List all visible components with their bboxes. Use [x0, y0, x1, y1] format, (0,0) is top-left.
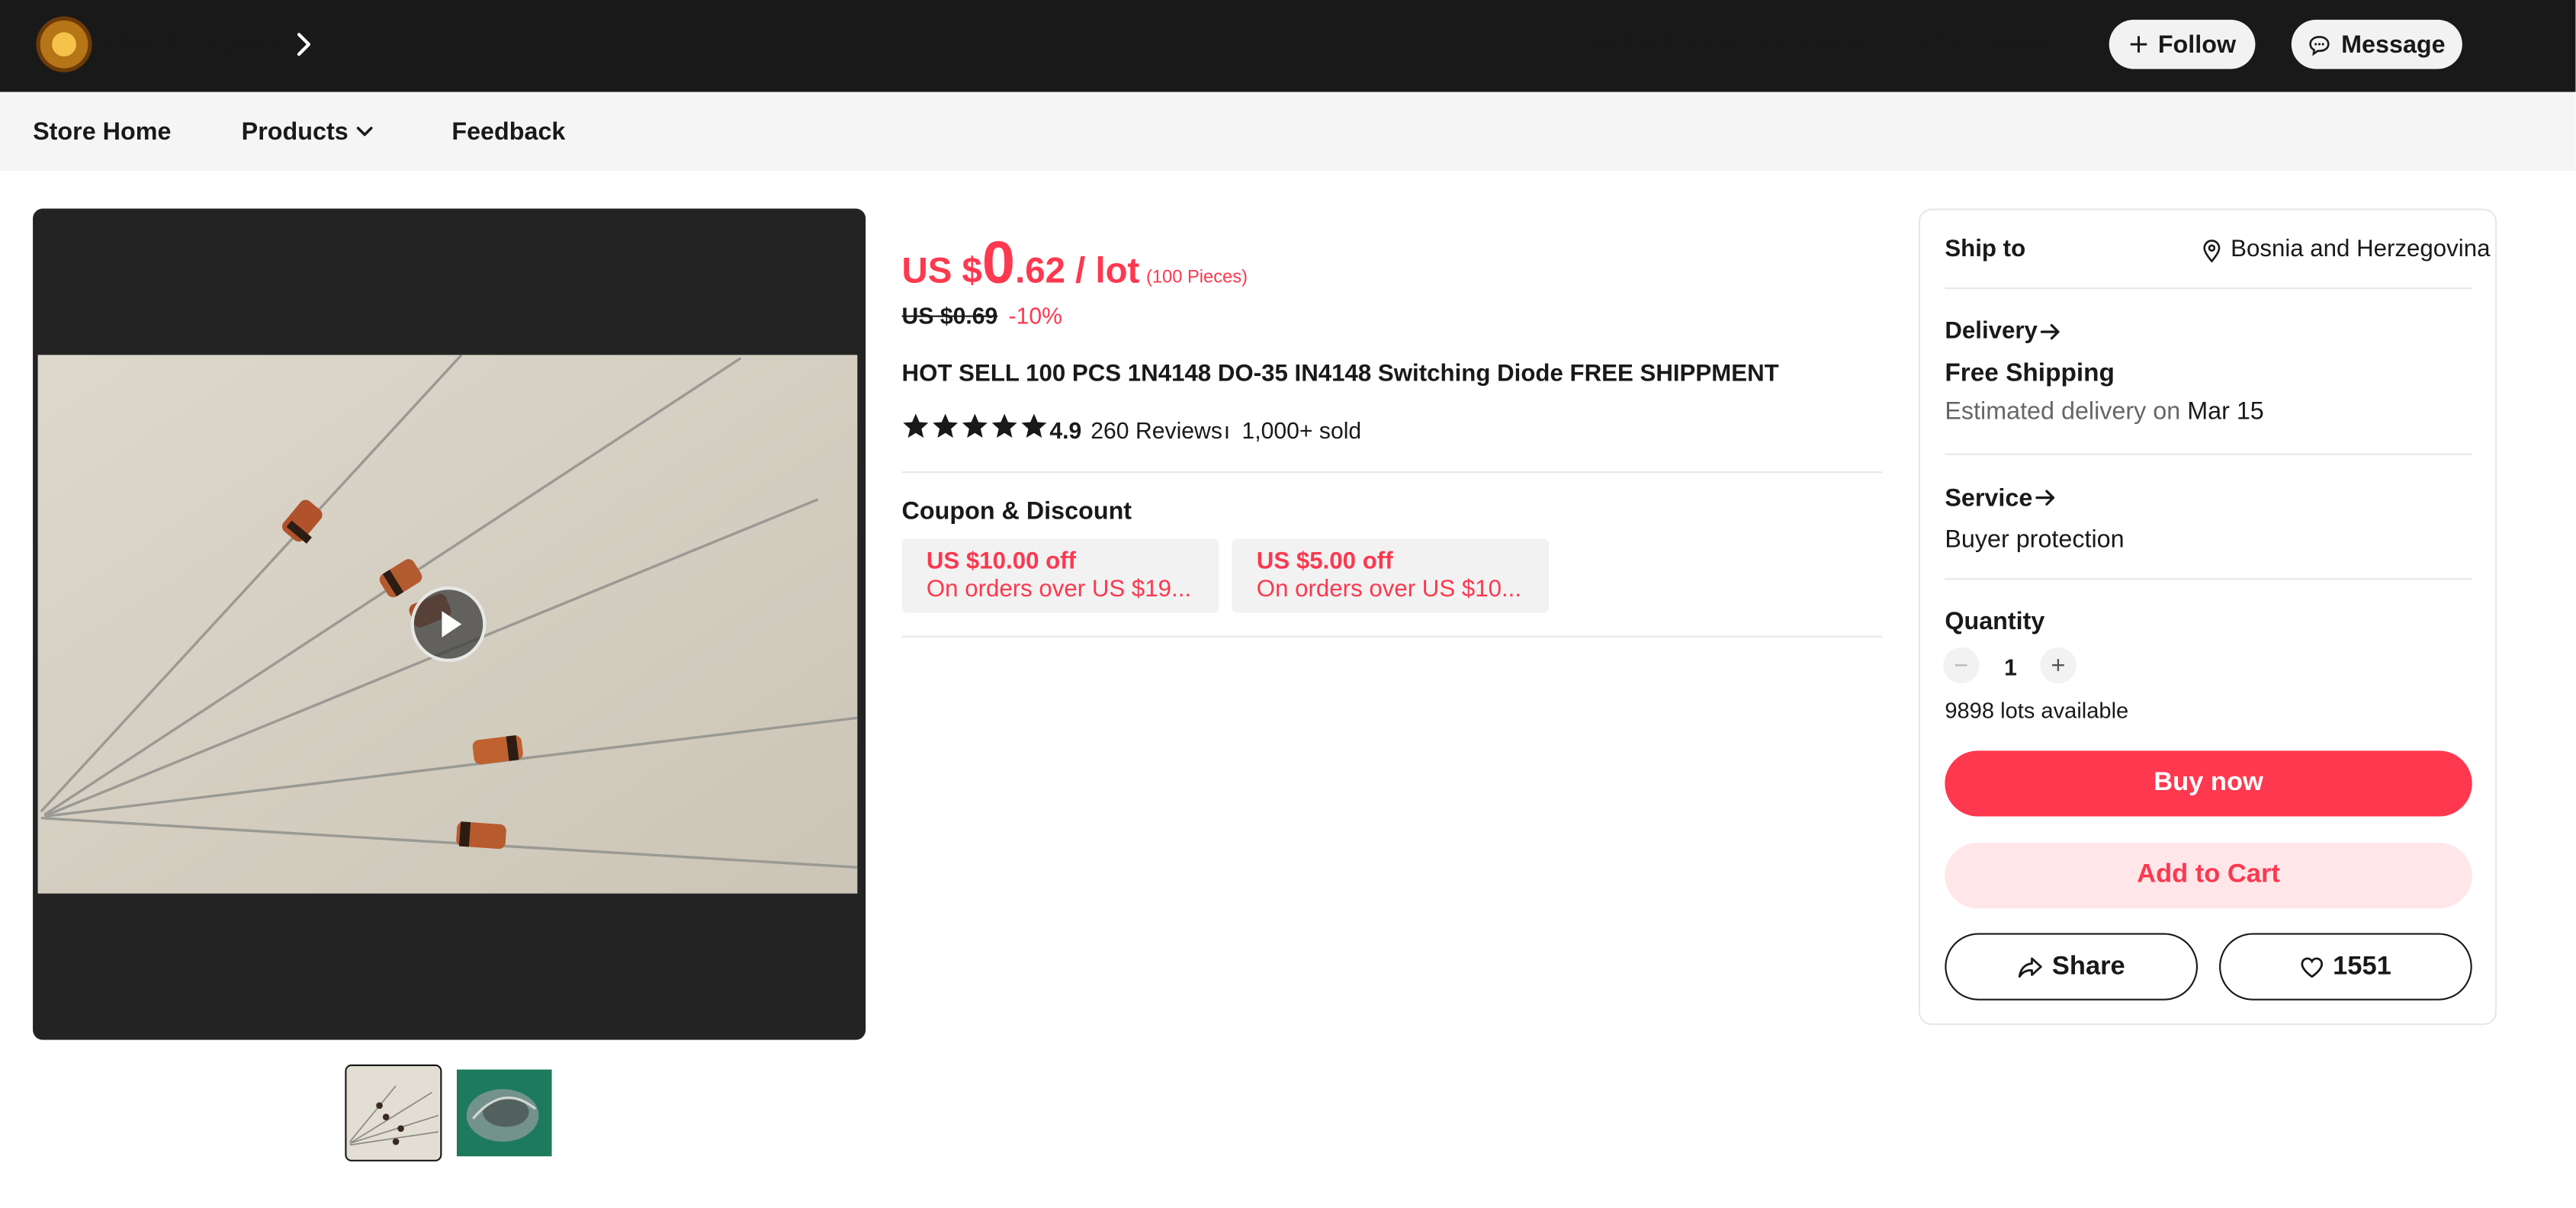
share-icon — [2019, 956, 2043, 977]
discount-percent: -10% — [1008, 302, 1062, 329]
star-icon — [962, 413, 988, 438]
arrow-right-icon[interactable] — [2034, 487, 2057, 509]
wishlist-count: 1551 — [2333, 952, 2391, 980]
follow-label: Follow — [2157, 30, 2237, 59]
reviews-link[interactable]: 260 Reviews — [1090, 417, 1222, 443]
ship-to-label: Ship to — [1945, 236, 2026, 263]
nav-store-home[interactable]: Store Home — [33, 118, 171, 146]
followers-value: 6229 — [1912, 29, 1967, 58]
price-decimal: .62 / lot — [1015, 249, 1140, 291]
star-icon — [933, 413, 959, 438]
message-label: Message — [2341, 30, 2446, 59]
feedback-value: 98.1% — [1588, 29, 1659, 58]
heart-icon — [2301, 956, 2324, 978]
product-title: HOT SELL 100 PCS 1N4148 DO-35 IN4148 Swi… — [901, 361, 1779, 388]
quantity-label: Quantity — [1945, 607, 2045, 636]
quantity-input[interactable]: 1 — [2001, 654, 2021, 680]
divider — [1945, 578, 2472, 580]
thumbnail-2[interactable] — [456, 1069, 552, 1157]
coupon-section-title: Coupon & Discount — [901, 497, 1132, 526]
divider — [1945, 287, 2472, 290]
coupon-condition: On orders over US $19... — [926, 577, 1192, 603]
price: US $0.62 / lot (100 Pieces) — [902, 233, 1248, 293]
coupon-amount: US $5.00 off — [1256, 548, 1393, 575]
thumbnail-image — [456, 1069, 552, 1157]
divider — [901, 471, 1883, 474]
chat-icon — [2309, 35, 2330, 56]
play-icon — [442, 611, 462, 638]
divider — [901, 635, 1883, 638]
price-integer: 0 — [981, 228, 1016, 296]
buy-now-button[interactable]: Buy now — [1945, 750, 2472, 817]
header-separator: | — [1875, 27, 1883, 56]
star-icon — [903, 413, 929, 438]
positive-feedback: 98.1% Positive Feedback — [1588, 30, 1867, 58]
play-video-button[interactable] — [410, 586, 487, 663]
divider — [1945, 453, 2472, 455]
service-label[interactable]: Service — [1945, 484, 2032, 512]
share-label: Share — [2051, 952, 2125, 980]
estimate-date: Mar 15 — [2187, 397, 2264, 426]
quantity-increase-button[interactable]: + — [2040, 647, 2077, 684]
arrow-right-icon[interactable] — [2038, 320, 2061, 343]
store-name-link[interactable]: New & Original — [107, 28, 282, 56]
sold-count: 1,000+ sold — [1241, 417, 1362, 444]
rating-value: 4.9 — [1049, 417, 1082, 444]
location-pin-icon[interactable] — [2201, 238, 2222, 263]
star-rating[interactable] — [902, 413, 1049, 442]
stats-divider: ı — [1223, 417, 1231, 444]
delivery-label[interactable]: Delivery — [1945, 319, 2038, 345]
star-icon — [991, 413, 1017, 438]
nav-products[interactable]: Products — [242, 118, 348, 146]
ship-to-country[interactable]: Bosnia and Herzegovina — [2231, 236, 2490, 262]
store-nav-bar — [0, 92, 2576, 172]
original-price: US $0.69 — [901, 302, 998, 329]
followers-count: 6229 Followers — [1912, 30, 2079, 58]
follow-button[interactable]: Follow — [2109, 19, 2256, 69]
message-button[interactable]: Message — [2291, 19, 2462, 69]
buyer-protection: Buyer protection — [1945, 525, 2125, 554]
coupon-card[interactable]: US $5.00 off On orders over US $10... — [1232, 538, 1550, 613]
quantity-decrease-button[interactable]: − — [1943, 647, 1980, 684]
star-icon — [1021, 413, 1047, 438]
estimate-prefix: Estimated delivery on — [1945, 397, 2181, 426]
coupon-condition: On orders over US $10... — [1256, 577, 1522, 603]
stock-available: 9898 lots available — [1945, 698, 2129, 723]
free-shipping: Free Shipping — [1945, 359, 2115, 388]
share-button[interactable]: Share — [1945, 933, 2199, 1001]
feedback-label: Positive Feedback — [1665, 29, 1867, 58]
coupon-amount: US $10.00 off — [926, 548, 1077, 575]
nav-feedback[interactable]: Feedback — [451, 118, 565, 146]
pieces-per-lot: (100 Pieces) — [1145, 268, 1248, 288]
wishlist-button[interactable]: 1551 — [2219, 933, 2472, 1001]
chevron-down-icon[interactable] — [353, 120, 376, 143]
store-logo[interactable] — [36, 16, 92, 72]
thumbnail-1[interactable] — [345, 1064, 442, 1161]
price-currency: US $ — [901, 249, 982, 291]
estimated-delivery: Estimated delivery on Mar 15 — [1945, 397, 2263, 426]
followers-label: Followers — [1974, 29, 2080, 58]
plus-icon — [2130, 36, 2147, 53]
chevron-right-icon[interactable] — [292, 30, 315, 59]
thumbnail-image — [346, 1065, 439, 1158]
add-to-cart-button[interactable]: Add to Cart — [1945, 843, 2472, 909]
coupon-card[interactable]: US $10.00 off On orders over US $19... — [901, 538, 1219, 613]
